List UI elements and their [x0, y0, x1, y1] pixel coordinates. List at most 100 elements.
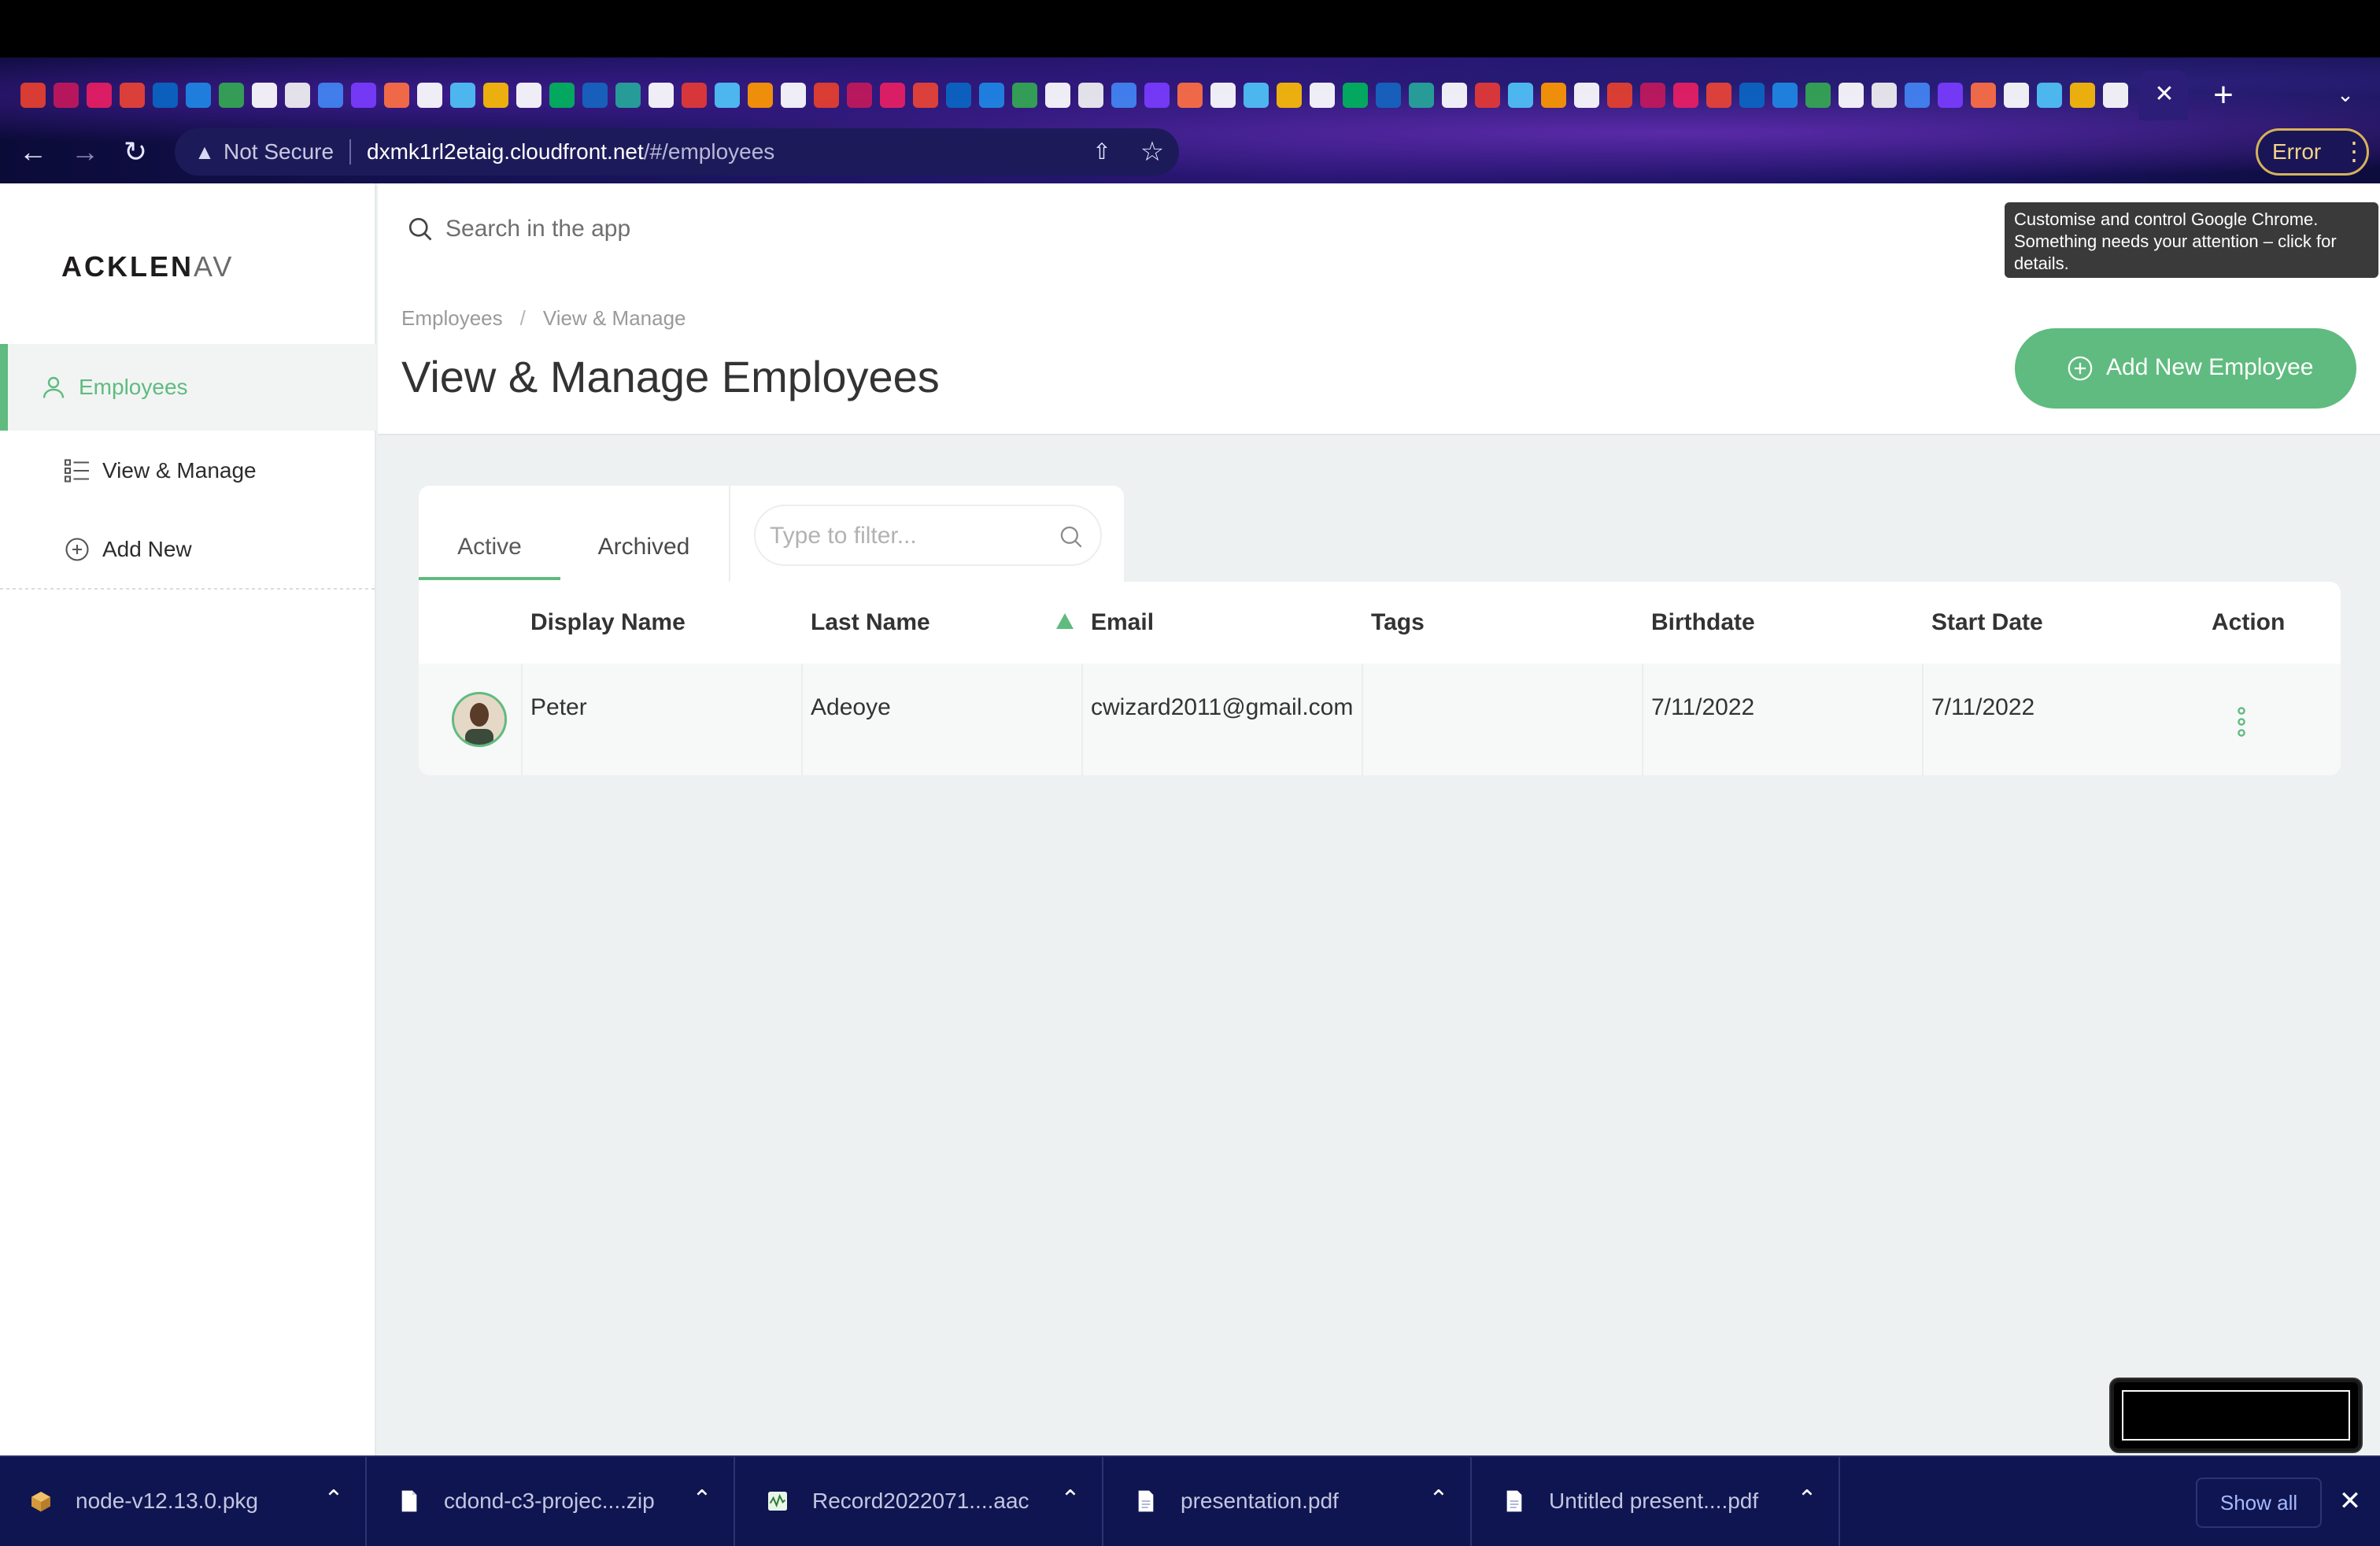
chevron-up-icon[interactable]: ⌃ — [321, 1485, 346, 1514]
column-header-email[interactable]: Email — [1091, 608, 1154, 637]
tab-favicon-icon[interactable] — [913, 83, 938, 108]
column-header-display-name[interactable]: Display Name — [530, 608, 686, 637]
tab-favicon-icon[interactable] — [649, 83, 674, 108]
tab-favicon-icon[interactable] — [748, 83, 773, 108]
tab-favicon-icon[interactable] — [2037, 83, 2062, 108]
tab-favicon-icon[interactable] — [351, 83, 376, 108]
tab-favicon-icon[interactable] — [1045, 83, 1070, 108]
tab-favicon-icon[interactable] — [1475, 83, 1500, 108]
tab-favicon-icon[interactable] — [1872, 83, 1897, 108]
tab-favicon-icon[interactable] — [285, 83, 310, 108]
tab-favicon-icon[interactable] — [1673, 83, 1698, 108]
tab-favicon-icon[interactable] — [186, 83, 211, 108]
reload-icon[interactable]: ↻ — [116, 133, 154, 171]
sidebar-item-view-manage[interactable]: View & Manage — [0, 427, 376, 514]
breadcrumb-employees[interactable]: Employees — [401, 306, 503, 330]
tab-favicon-icon[interactable] — [1310, 83, 1335, 108]
tab-favicon-icon[interactable] — [979, 83, 1004, 108]
tab-favicon-icon[interactable] — [2070, 83, 2095, 108]
tab-favicon-icon[interactable] — [1012, 83, 1037, 108]
tab-favicon-icon[interactable] — [1244, 83, 1269, 108]
tab-search-icon[interactable]: ⌄ — [2330, 83, 2361, 108]
tab-favicon-icon[interactable] — [2004, 83, 2029, 108]
share-icon[interactable]: ⇧ — [1088, 138, 1116, 166]
tab-favicon-icon[interactable] — [946, 83, 971, 108]
sidebar-item-add-new[interactable]: Add New — [0, 506, 376, 593]
tab-favicon-icon[interactable] — [384, 83, 409, 108]
tab-favicon-icon[interactable] — [715, 83, 740, 108]
tab-favicon-icon[interactable] — [1343, 83, 1368, 108]
tab-favicon-icon[interactable] — [880, 83, 905, 108]
close-shelf-icon[interactable]: ✕ — [2338, 1487, 2363, 1515]
tab-favicon-icon[interactable] — [1574, 83, 1599, 108]
tab-favicon-icon[interactable] — [417, 83, 442, 108]
chevron-up-icon[interactable]: ⌃ — [689, 1485, 715, 1514]
tab-favicon-icon[interactable] — [87, 83, 112, 108]
tab-favicon-icon[interactable] — [153, 83, 178, 108]
tab-favicon-icon[interactable] — [549, 83, 575, 108]
tab-favicon-icon[interactable] — [219, 83, 244, 108]
row-actions-icon[interactable] — [2234, 706, 2249, 738]
tab-favicon-icon[interactable] — [1607, 83, 1632, 108]
tab-favicon-icon[interactable] — [120, 83, 145, 108]
download-item[interactable]: Untitled present....pdf ⌃ — [1473, 1457, 1840, 1546]
tab-favicon-icon[interactable] — [1111, 83, 1136, 108]
new-tab-button[interactable]: + — [2208, 78, 2239, 113]
breadcrumb-view-manage[interactable]: View & Manage — [543, 306, 686, 330]
tab-favicon-icon[interactable] — [54, 83, 79, 108]
tab-favicon-icon[interactable] — [516, 83, 541, 108]
tab-favicon-icon[interactable] — [682, 83, 707, 108]
address-bar[interactable]: ▲ Not Secure dxmk1rl2etaig.cloudfront.ne… — [175, 128, 1179, 176]
tab-favicon-icon[interactable] — [483, 83, 508, 108]
tab-favicon-icon[interactable] — [582, 83, 608, 108]
tab-favicon-icon[interactable] — [1640, 83, 1665, 108]
tab-favicon-icon[interactable] — [1442, 83, 1467, 108]
tab-favicon-icon[interactable] — [615, 83, 641, 108]
app-search-input[interactable] — [445, 210, 1075, 248]
tab-favicon-icon[interactable] — [1772, 83, 1798, 108]
tab-favicon-icon[interactable] — [2103, 83, 2128, 108]
tab-favicon-icon[interactable] — [1144, 83, 1170, 108]
tab-favicon-icon[interactable] — [1805, 83, 1831, 108]
sort-ascending-icon[interactable] — [1056, 613, 1074, 629]
download-item[interactable]: presentation.pdf ⌃ — [1105, 1457, 1472, 1546]
download-item[interactable]: Record2022071....aac ⌃ — [737, 1457, 1103, 1546]
column-header-birthdate[interactable]: Birthdate — [1651, 608, 1755, 637]
tab-favicon-icon[interactable] — [1541, 83, 1566, 108]
tab-favicon-icon[interactable] — [1078, 83, 1103, 108]
column-header-last-name[interactable]: Last Name — [811, 608, 930, 637]
tab-favicon-icon[interactable] — [781, 83, 806, 108]
table-row[interactable]: Peter Adeoye cwizard2011@gmail.com 7/11/… — [419, 664, 2341, 775]
tab-favicon-icon[interactable] — [1277, 83, 1302, 108]
tab-favicon-icon[interactable] — [1210, 83, 1236, 108]
bookmark-star-icon[interactable]: ☆ — [1136, 136, 1168, 168]
chevron-up-icon[interactable]: ⌃ — [1058, 1485, 1083, 1514]
not-secure-label[interactable]: Not Secure — [224, 138, 334, 166]
chevron-up-icon[interactable]: ⌃ — [1426, 1485, 1451, 1514]
tab-favicon-icon[interactable] — [1739, 83, 1765, 108]
close-tab-icon[interactable]: ✕ — [2151, 81, 2178, 108]
tab-favicon-icon[interactable] — [814, 83, 839, 108]
tab-favicon-icon[interactable] — [318, 83, 343, 108]
forward-icon[interactable]: → — [66, 133, 104, 171]
tab-favicon-icon[interactable] — [1376, 83, 1401, 108]
tab-favicon-icon[interactable] — [1409, 83, 1434, 108]
chrome-menu-error-button[interactable]: Error ⋮ — [2256, 128, 2369, 176]
tab-favicon-icon[interactable] — [1839, 83, 1864, 108]
download-item[interactable]: cdond-c3-projec....zip ⌃ — [368, 1457, 735, 1546]
show-all-downloads-button[interactable]: Show all — [2196, 1478, 2322, 1528]
tab-favicon-icon[interactable] — [1971, 83, 1996, 108]
tab-favicon-icon[interactable] — [847, 83, 872, 108]
download-item[interactable]: node-v12.13.0.pkg ⌃ — [0, 1457, 367, 1546]
tab-favicon-icon[interactable] — [1905, 83, 1930, 108]
tab-favicon-icon[interactable] — [1508, 83, 1533, 108]
add-new-employee-button[interactable]: Add New Employee — [2015, 328, 2356, 409]
tab-favicon-icon[interactable] — [1177, 83, 1203, 108]
tab-favicon-icon[interactable] — [20, 83, 46, 108]
back-icon[interactable]: ← — [14, 133, 52, 171]
url-text[interactable]: dxmk1rl2etaig.cloudfront.net/#/employees — [367, 138, 774, 166]
sidebar-item-employees[interactable]: Employees — [0, 344, 376, 431]
tab-favicon-icon[interactable] — [450, 83, 475, 108]
tab-favicon-icon[interactable] — [1938, 83, 1963, 108]
tab-favicon-icon[interactable] — [252, 83, 277, 108]
